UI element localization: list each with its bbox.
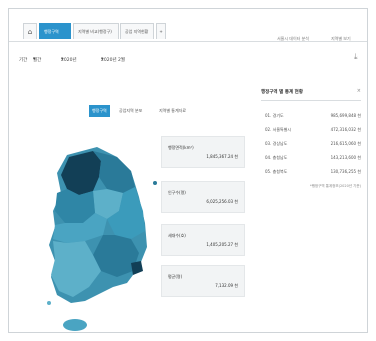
ranking-row[interactable]: 04. 충청남도 143,213,600 천 xyxy=(261,155,361,166)
home-tab[interactable]: ⌂ xyxy=(23,23,37,39)
panel-footnote: *행정구역 통계정보(2020년 기준) xyxy=(309,184,361,188)
stat-card-label: 평균(명) xyxy=(168,274,183,279)
stat-card-households: 세대수(호) 1,405,205.27 천 xyxy=(161,224,245,256)
top-link-analysis[interactable]: 서울시 데이터 분석 xyxy=(277,36,309,42)
tab-bar: ⌂ 행정구역 지역별 비교(행정구) 공업 지역현황 + 서울시 데이터 분석 … xyxy=(9,19,367,42)
tab-region[interactable]: 행정구역 xyxy=(39,23,71,39)
year-select[interactable]: 2020년 ▾ xyxy=(61,57,77,63)
close-icon[interactable]: × xyxy=(357,88,361,94)
tab-region-compare[interactable]: 지역별 비교(행정구) xyxy=(73,23,119,39)
app-window: ⌂ 행정구역 지역별 비교(행정구) 공업 지역현황 + 서울시 데이터 분석 … xyxy=(8,8,368,333)
stat-card-label: 인구수(명) xyxy=(168,190,186,195)
ranking-row[interactable]: 03. 경상남도 216,615,060 천 xyxy=(261,141,361,152)
stat-card-value: 7,132.09 천 xyxy=(215,283,238,288)
stat-card-average: 평균(명) 7,132.09 천 xyxy=(161,265,245,297)
stat-card-value: 1,405,205.27 천 xyxy=(206,242,238,247)
filter-label: 기간 xyxy=(19,58,28,63)
map-island-ulleung xyxy=(153,181,157,185)
subtab-industrial[interactable]: 공업지역 분포 xyxy=(119,105,142,117)
stat-card-area: 행정면적(km²) 1,845,367.24 천 xyxy=(161,136,245,168)
map-region-chungnam xyxy=(55,189,95,223)
map-region-jeju xyxy=(63,319,87,331)
tab-industrial[interactable]: 공업 지역현황 xyxy=(120,23,154,39)
period-select[interactable]: 월간 ▾ xyxy=(33,57,41,63)
month-select[interactable]: 2020년 2월 ▾ xyxy=(101,57,125,63)
top-link-view[interactable]: 지역별 보기 xyxy=(331,36,351,42)
panel-divider xyxy=(261,100,361,101)
add-tab-button[interactable]: + xyxy=(156,23,166,39)
map-island-small xyxy=(47,301,51,305)
stat-card-label: 행정면적(km²) xyxy=(168,145,194,150)
stat-card-value: 6,025,256.03 천 xyxy=(206,199,238,204)
subtab-region[interactable]: 행정구역 xyxy=(89,105,110,117)
download-icon[interactable]: ⤓ xyxy=(354,52,358,62)
panel-title: 행정구역 별 통계 현황 xyxy=(261,90,303,95)
stat-card-value: 1,845,367.24 천 xyxy=(206,154,238,159)
ranking-row[interactable]: 05. 충청북도 130,736,255 천 xyxy=(261,169,361,180)
ranking-row[interactable]: 01. 경기도 985,699,848 천 xyxy=(261,113,361,124)
stat-card-label: 세대수(호) xyxy=(168,233,186,238)
korea-choropleth-map[interactable] xyxy=(27,127,167,339)
subtab-stats[interactable]: 지역별 통계자료 xyxy=(159,105,186,117)
home-icon: ⌂ xyxy=(27,28,33,36)
map-region-busan xyxy=(131,261,143,275)
ranking-row[interactable]: 02. 서울특별시 472,316,032 천 xyxy=(261,127,361,138)
stat-card-population: 인구수(명) 6,025,256.03 천 xyxy=(161,181,245,213)
